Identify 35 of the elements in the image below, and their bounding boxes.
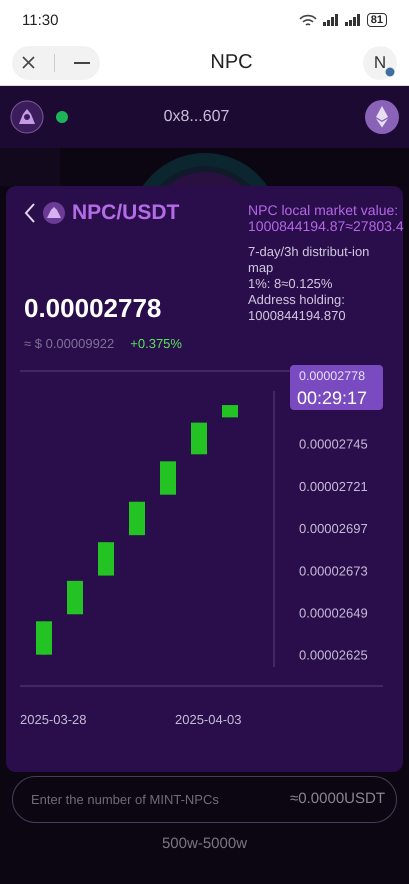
trading-pair: NPC/USDT — [72, 201, 180, 225]
battery-level: 81 — [366, 13, 387, 27]
back-button[interactable] — [24, 202, 36, 224]
current-price: 0.00002778 — [299, 369, 366, 383]
axis-label: 0.00002673 — [299, 563, 368, 578]
wallet-address: 0x8...607 — [162, 108, 230, 126]
signal-icon — [322, 14, 339, 26]
status-badge-icon — [384, 66, 395, 76]
clock: 11:30 — [22, 12, 58, 28]
axis-label: 2025-04-03 — [175, 712, 242, 727]
logo-icon — [42, 201, 66, 225]
address-holding: Address holding: 1000844194.870 — [248, 292, 347, 324]
market-value: NPC local market value: 1000844194.87≈27803.4 — [248, 202, 404, 234]
close-icon[interactable] — [22, 56, 35, 69]
axis-label: 0.00002649 — [299, 606, 368, 620]
axis-label: 0.00002625 — [299, 648, 368, 663]
axis-label: 0.00002721 — [299, 478, 368, 494]
usdt-estimate: ≈0.0000USDT — [290, 790, 385, 807]
wifi-icon — [298, 14, 317, 26]
logo-icon — [10, 100, 44, 134]
axis-label: 0.00002697 — [299, 521, 368, 536]
price-change: +0.375% — [130, 336, 182, 351]
ethereum-icon[interactable] — [365, 100, 399, 134]
minimize-icon[interactable] — [74, 62, 90, 64]
distribution-label: 7-day/3h distribut-ion map — [248, 244, 370, 276]
page-title: NPC — [210, 51, 253, 74]
axis-label: 2025-03-28 — [20, 712, 86, 727]
axis-label: 0.00002745 — [299, 436, 368, 452]
mint-range: 500w-5000w — [160, 835, 248, 852]
avatar-button[interactable]: N — [362, 46, 397, 80]
distribution-ratio: 1%: 8≈0.125% — [248, 276, 334, 292]
price: 0.00002778 — [24, 293, 162, 324]
signal-icon — [344, 14, 361, 26]
usd-price: ≈ $ 0.00009922 — [24, 336, 114, 351]
countdown: 00:29:17 — [297, 388, 368, 408]
